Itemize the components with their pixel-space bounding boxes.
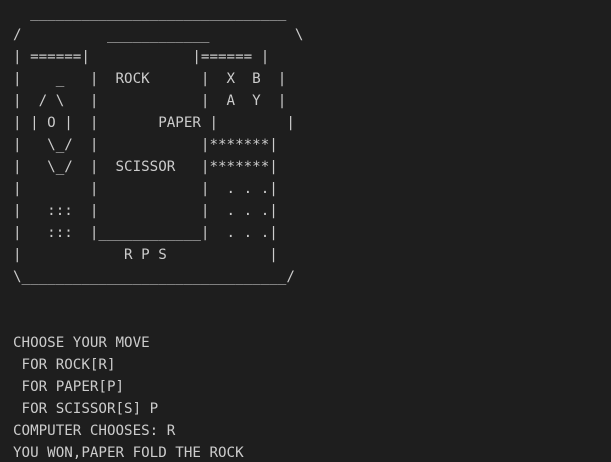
ascii-art-line: | ::: |____________| . . .| — [13, 225, 278, 241]
ascii-art-line: | | O | | PAPER | | — [13, 115, 295, 131]
result-line: YOU WON,PAPER FOLD THE ROCK — [13, 445, 244, 461]
ascii-art-line: ______________________________ — [13, 5, 287, 21]
ascii-art-line: | R P S | — [13, 247, 278, 263]
ascii-art-line: / ____________ \ — [13, 27, 304, 43]
prompt-option-paper: FOR PAPER[P] — [13, 379, 125, 395]
ascii-art-line: | / \ | | A Y | — [13, 93, 287, 109]
ascii-art-line: | ::: | | . . .| — [13, 203, 278, 219]
computer-choice-line: COMPUTER CHOOSES: R — [13, 423, 176, 439]
prompt-option-scissor-with-input: FOR SCISSOR[S] P — [13, 401, 159, 417]
ascii-art-line: | | | . . .| — [13, 181, 278, 197]
terminal-output[interactable]: ______________________________ / _______… — [0, 0, 611, 462]
prompt-option-rock: FOR ROCK[R] — [13, 357, 116, 373]
ascii-art-line: | \_/ | SCISSOR |*******| — [13, 159, 278, 175]
ascii-art-line: | _ | ROCK | X B | — [13, 71, 287, 87]
ascii-art-line: \_______________________________/ — [13, 269, 295, 285]
ascii-art-line: | \_/ | |*******| — [13, 137, 278, 153]
ascii-art-line: | ======| |====== | — [13, 49, 270, 65]
prompt-heading: CHOOSE YOUR MOVE — [13, 335, 150, 351]
